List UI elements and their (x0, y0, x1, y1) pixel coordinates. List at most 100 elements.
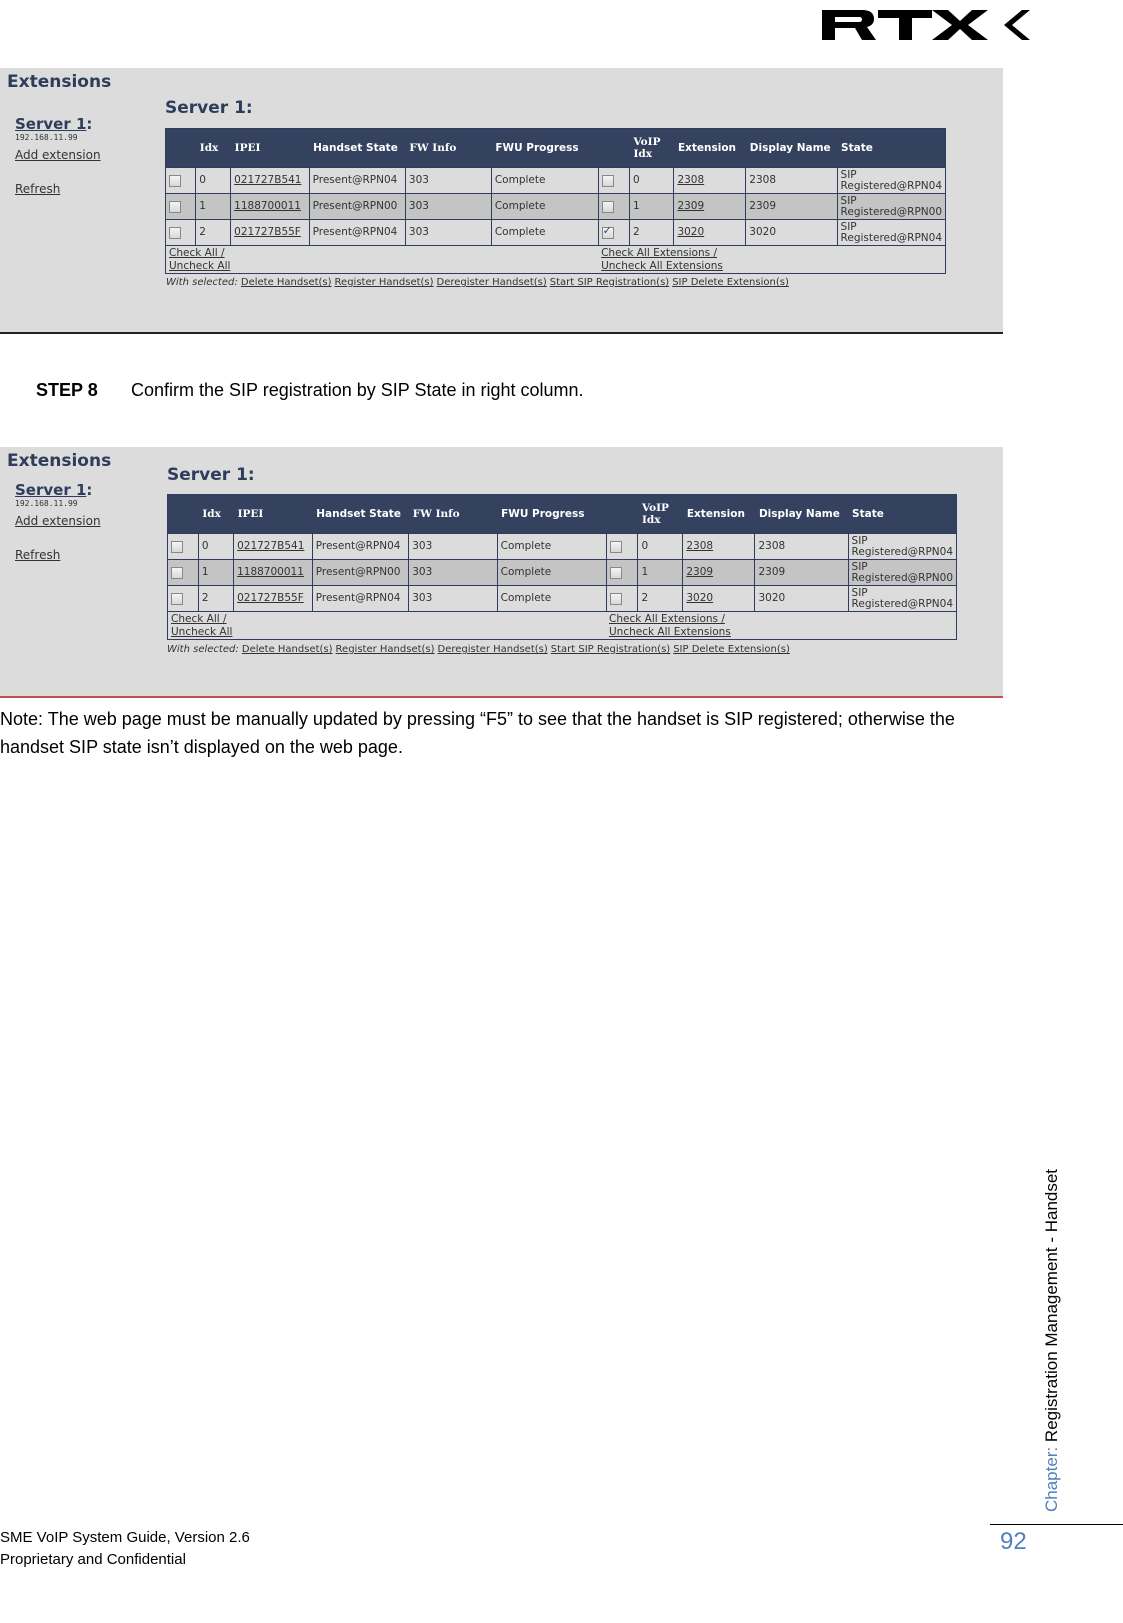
server-ip: 192.168.11.99 (15, 499, 78, 508)
deregister-handsets-link[interactable]: Deregister Handset(s) (438, 644, 548, 655)
fw-info-cell: 303 (404, 219, 492, 246)
refresh-link[interactable]: Refresh (15, 182, 101, 196)
handset-state-cell: Present@RPN04 (311, 533, 410, 560)
start-sip-registration-link[interactable]: Start SIP Registration(s) (550, 277, 669, 288)
server-link[interactable]: Server 1 (15, 115, 86, 133)
handset-checkbox[interactable] (171, 566, 183, 579)
extension-link[interactable]: 2308 (677, 174, 704, 186)
fw-info-cell: 303 (408, 585, 498, 612)
state-line-2: Registered@RPN04 (840, 179, 942, 192)
extension-checkbox[interactable] (609, 592, 622, 605)
voip-idx-cell: 2 (637, 585, 684, 612)
ipei-cell: 1188700011 (233, 559, 313, 586)
extension-cell: 3020 (673, 219, 747, 246)
ipei-cell: 021727B55F (233, 585, 313, 612)
table-row: 1 1188700011 Present@RPN00 303 Complete 1 2309… (164, 193, 947, 220)
uncheck-all-link[interactable]: Uncheck All (169, 260, 595, 273)
voip-idx-cell: 0 (628, 167, 675, 194)
handset-checkbox[interactable] (171, 540, 183, 553)
extensions-title: Extensions (7, 451, 112, 471)
state-cell: SIP Registered@RPN04 (836, 167, 947, 194)
extension-link[interactable]: 2308 (686, 540, 713, 552)
column-header: Extension (673, 128, 746, 168)
idx-cell: 2 (195, 219, 232, 246)
display-name-cell: 2308 (745, 167, 838, 194)
ipei-link[interactable]: 1188700011 (234, 200, 301, 212)
voip-idx-cell: 1 (637, 559, 684, 586)
state-line-1: SIP (840, 168, 857, 181)
extension-checkbox[interactable] (601, 174, 614, 187)
extension-checkbox[interactable] (609, 566, 622, 579)
add-extension-link[interactable]: Add extension (15, 514, 101, 528)
deregister-handsets-link[interactable]: Deregister Handset(s) (437, 277, 547, 288)
handset-checkbox[interactable] (169, 200, 181, 213)
state-line-1: SIP (840, 194, 857, 207)
ipei-cell: 021727B541 (230, 167, 310, 194)
ipei-cell: 1188700011 (230, 193, 310, 220)
row-select-cell (164, 219, 197, 246)
register-handsets-link[interactable]: Register Handset(s) (336, 644, 435, 655)
state-line-2: Registered@RPN04 (851, 597, 953, 610)
server-title: Server 1: (165, 98, 253, 118)
ipei-link[interactable]: 1188700011 (237, 566, 304, 578)
check-all-cell: Check All / Uncheck All (165, 245, 599, 274)
table-footer-row: Check All / Uncheck All Check All Extensio… (167, 611, 957, 640)
start-sip-registration-link[interactable]: Start SIP Registration(s) (551, 644, 670, 655)
column-header (167, 494, 199, 534)
extension-checkbox[interactable] (601, 200, 614, 213)
with-selected-label: With selected: (166, 277, 238, 288)
table-footer-row: Check All / Uncheck All Check All Extensio… (165, 245, 946, 274)
display-name-cell: 2309 (745, 193, 838, 220)
refresh-link[interactable]: Refresh (15, 548, 101, 562)
handset-checkbox[interactable] (169, 174, 181, 187)
idx-cell: 0 (197, 533, 235, 560)
state-line-1: SIP (851, 560, 868, 573)
idx-cell: 1 (197, 559, 235, 586)
ipei-link[interactable]: 021727B55F (234, 226, 301, 238)
add-extension-link[interactable]: Add extension (15, 148, 101, 162)
handset-checkbox[interactable] (169, 226, 181, 239)
with-selected-bar: With selected: Delete Handset(s) Register… (167, 644, 793, 655)
uncheck-all-extensions-link[interactable]: Uncheck All Extensions (601, 260, 942, 273)
delete-handsets-link[interactable]: Delete Handset(s) (241, 277, 332, 288)
idx-cell: 0 (195, 167, 232, 194)
sip-delete-extension-link[interactable]: SIP Delete Extension(s) (672, 277, 789, 288)
extension-link[interactable]: 2309 (686, 566, 713, 578)
state-cell: SIP Registered@RPN04 (847, 533, 958, 560)
state-cell: SIP Registered@RPN04 (847, 585, 958, 612)
handset-checkbox[interactable] (171, 592, 183, 605)
extension-link[interactable]: 3020 (677, 226, 704, 238)
check-all-link[interactable]: Check All / (169, 247, 595, 260)
row-select-cell (167, 559, 199, 586)
server-link[interactable]: Server 1 (15, 481, 86, 499)
handset-state-cell: Present@RPN00 (311, 559, 410, 586)
register-handsets-link[interactable]: Register Handset(s) (335, 277, 434, 288)
handset-state-cell: Present@RPN04 (311, 585, 410, 612)
check-all-extensions-link[interactable]: Check All Extensions / (609, 613, 953, 626)
ipei-link[interactable]: 021727B541 (237, 540, 304, 552)
check-all-link[interactable]: Check All / (171, 613, 603, 626)
column-header: Handset State (312, 494, 409, 534)
extension-select-cell (597, 167, 630, 194)
extension-link[interactable]: 3020 (686, 592, 713, 604)
extension-select-cell (597, 193, 630, 220)
extension-checkbox[interactable] (601, 225, 614, 239)
server-title: Server 1: (167, 465, 255, 485)
page-number: 92 (1000, 1528, 1027, 1555)
column-header (606, 494, 638, 534)
uncheck-all-extensions-link[interactable]: Uncheck All Extensions (609, 626, 953, 639)
voip-idx-cell: 0 (637, 533, 684, 560)
with-selected-label: With selected: (167, 644, 239, 655)
check-all-extensions-link[interactable]: Check All Extensions / (601, 247, 942, 260)
sip-delete-extension-link[interactable]: SIP Delete Extension(s) (673, 644, 790, 655)
uncheck-all-link[interactable]: Uncheck All (171, 626, 603, 639)
state-line-2: Registered@RPN04 (851, 545, 953, 558)
extension-link[interactable]: 2309 (677, 200, 704, 212)
state-line-1: SIP (851, 534, 868, 547)
ipei-link[interactable]: 021727B541 (234, 174, 301, 186)
extension-checkbox[interactable] (609, 540, 622, 553)
ipei-link[interactable]: 021727B55F (237, 592, 304, 604)
delete-handsets-link[interactable]: Delete Handset(s) (242, 644, 333, 655)
extension-select-cell (605, 585, 639, 612)
table-header-row: Idx IPEI Handset State FW Info FWU Progress V… (167, 494, 957, 534)
